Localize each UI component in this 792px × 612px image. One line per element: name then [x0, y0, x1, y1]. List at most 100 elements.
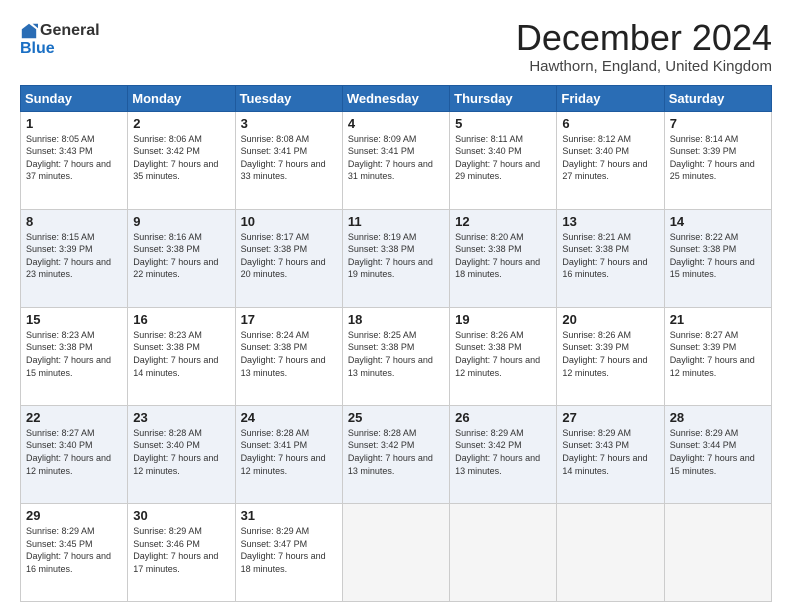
cell-info: Sunrise: 8:26 AMSunset: 3:38 PMDaylight:…	[455, 329, 551, 379]
calendar-cell: 15Sunrise: 8:23 AMSunset: 3:38 PMDayligh…	[21, 307, 128, 405]
cell-info: Sunrise: 8:12 AMSunset: 3:40 PMDaylight:…	[562, 133, 658, 183]
cell-info: Sunrise: 8:16 AMSunset: 3:38 PMDaylight:…	[133, 231, 229, 281]
logo: General Blue	[20, 18, 100, 58]
day-number: 13	[562, 214, 658, 229]
day-number: 23	[133, 410, 229, 425]
calendar-cell: 29 Sunrise: 8:29 AMSunset: 3:45 PMDayligh…	[21, 503, 128, 601]
header-saturday: Saturday	[664, 85, 771, 111]
calendar-cell	[450, 503, 557, 601]
calendar-week-5: 29 Sunrise: 8:29 AMSunset: 3:45 PMDayligh…	[21, 503, 772, 601]
day-number: 27	[562, 410, 658, 425]
day-number: 6	[562, 116, 658, 131]
calendar-cell: 26Sunrise: 8:29 AMSunset: 3:42 PMDayligh…	[450, 405, 557, 503]
location: Hawthorn, England, United Kingdom	[516, 58, 772, 75]
day-number: 31	[241, 508, 337, 523]
cell-info: Sunrise: 8:17 AMSunset: 3:38 PMDaylight:…	[241, 231, 337, 281]
calendar-cell: 11 Sunrise: 8:19 AMSunset: 3:38 PMDayligh…	[342, 209, 449, 307]
calendar-cell: 20Sunrise: 8:26 AMSunset: 3:39 PMDayligh…	[557, 307, 664, 405]
calendar-cell: 31 Sunrise: 8:29 AMSunset: 3:47 PMDayligh…	[235, 503, 342, 601]
calendar-cell: 13 Sunrise: 8:21 AMSunset: 3:38 PMDayligh…	[557, 209, 664, 307]
calendar-cell: 19 Sunrise: 8:26 AMSunset: 3:38 PMDayligh…	[450, 307, 557, 405]
calendar-cell: 30 Sunrise: 8:29 AMSunset: 3:46 PMDayligh…	[128, 503, 235, 601]
page: General Blue December 2024 Hawthorn, Eng…	[0, 0, 792, 612]
day-number: 18	[348, 312, 444, 327]
cell-info: Sunrise: 8:20 AMSunset: 3:38 PMDaylight:…	[455, 231, 551, 281]
calendar-cell: 23 Sunrise: 8:28 AMSunset: 3:40 PMDayligh…	[128, 405, 235, 503]
day-number: 4	[348, 116, 444, 131]
day-number: 15	[26, 312, 122, 327]
header-wednesday: Wednesday	[342, 85, 449, 111]
calendar-cell: 8 Sunrise: 8:15 AMSunset: 3:39 PMDaylight…	[21, 209, 128, 307]
day-number: 8	[26, 214, 122, 229]
day-number: 29	[26, 508, 122, 523]
calendar-week-3: 15Sunrise: 8:23 AMSunset: 3:38 PMDayligh…	[21, 307, 772, 405]
title-area: December 2024 Hawthorn, England, United …	[516, 18, 772, 75]
calendar-cell: 5 Sunrise: 8:11 AMSunset: 3:40 PMDaylight…	[450, 111, 557, 209]
cell-info: Sunrise: 8:24 AMSunset: 3:38 PMDaylight:…	[241, 329, 337, 379]
calendar-week-4: 22Sunrise: 8:27 AMSunset: 3:40 PMDayligh…	[21, 405, 772, 503]
calendar-cell: 22Sunrise: 8:27 AMSunset: 3:40 PMDayligh…	[21, 405, 128, 503]
calendar-cell	[664, 503, 771, 601]
day-number: 9	[133, 214, 229, 229]
day-number: 12	[455, 214, 551, 229]
logo-general-text: General	[40, 22, 100, 40]
calendar-table: Sunday Monday Tuesday Wednesday Thursday…	[20, 85, 772, 602]
cell-info: Sunrise: 8:08 AMSunset: 3:41 PMDaylight:…	[241, 133, 337, 183]
header-row: Sunday Monday Tuesday Wednesday Thursday…	[21, 85, 772, 111]
calendar-cell: 25Sunrise: 8:28 AMSunset: 3:42 PMDayligh…	[342, 405, 449, 503]
calendar-cell: 21 Sunrise: 8:27 AMSunset: 3:39 PMDayligh…	[664, 307, 771, 405]
month-title: December 2024	[516, 18, 772, 58]
cell-info: Sunrise: 8:27 AMSunset: 3:40 PMDaylight:…	[26, 427, 122, 477]
header-tuesday: Tuesday	[235, 85, 342, 111]
day-number: 1	[26, 116, 122, 131]
day-number: 17	[241, 312, 337, 327]
day-number: 5	[455, 116, 551, 131]
cell-info: Sunrise: 8:26 AMSunset: 3:39 PMDaylight:…	[562, 329, 658, 379]
header-sunday: Sunday	[21, 85, 128, 111]
day-number: 21	[670, 312, 766, 327]
cell-info: Sunrise: 8:29 AMSunset: 3:46 PMDaylight:…	[133, 525, 229, 575]
logo-icon	[20, 22, 38, 40]
day-number: 25	[348, 410, 444, 425]
cell-info: Sunrise: 8:25 AMSunset: 3:38 PMDaylight:…	[348, 329, 444, 379]
calendar-week-2: 8 Sunrise: 8:15 AMSunset: 3:39 PMDaylight…	[21, 209, 772, 307]
calendar-cell	[557, 503, 664, 601]
calendar-cell: 6 Sunrise: 8:12 AMSunset: 3:40 PMDaylight…	[557, 111, 664, 209]
cell-info: Sunrise: 8:21 AMSunset: 3:38 PMDaylight:…	[562, 231, 658, 281]
day-number: 10	[241, 214, 337, 229]
calendar-cell: 2Sunrise: 8:06 AMSunset: 3:42 PMDaylight…	[128, 111, 235, 209]
header-friday: Friday	[557, 85, 664, 111]
header-monday: Monday	[128, 85, 235, 111]
logo-blue-text: Blue	[20, 40, 55, 58]
cell-info: Sunrise: 8:09 AMSunset: 3:41 PMDaylight:…	[348, 133, 444, 183]
header: General Blue December 2024 Hawthorn, Eng…	[20, 18, 772, 75]
calendar-cell: 17 Sunrise: 8:24 AMSunset: 3:38 PMDayligh…	[235, 307, 342, 405]
cell-info: Sunrise: 8:15 AMSunset: 3:39 PMDaylight:…	[26, 231, 122, 281]
calendar-cell: 1 Sunrise: 8:05 AMSunset: 3:43 PMDaylight…	[21, 111, 128, 209]
calendar-cell: 10 Sunrise: 8:17 AMSunset: 3:38 PMDayligh…	[235, 209, 342, 307]
day-number: 28	[670, 410, 766, 425]
calendar-cell: 28Sunrise: 8:29 AMSunset: 3:44 PMDayligh…	[664, 405, 771, 503]
header-thursday: Thursday	[450, 85, 557, 111]
cell-info: Sunrise: 8:29 AMSunset: 3:47 PMDaylight:…	[241, 525, 337, 575]
day-number: 30	[133, 508, 229, 523]
calendar-cell: 24 Sunrise: 8:28 AMSunset: 3:41 PMDayligh…	[235, 405, 342, 503]
cell-info: Sunrise: 8:28 AMSunset: 3:40 PMDaylight:…	[133, 427, 229, 477]
cell-info: Sunrise: 8:29 AMSunset: 3:45 PMDaylight:…	[26, 525, 122, 575]
cell-info: Sunrise: 8:27 AMSunset: 3:39 PMDaylight:…	[670, 329, 766, 379]
day-number: 11	[348, 214, 444, 229]
cell-info: Sunrise: 8:22 AMSunset: 3:38 PMDaylight:…	[670, 231, 766, 281]
calendar-cell: 27Sunrise: 8:29 AMSunset: 3:43 PMDayligh…	[557, 405, 664, 503]
calendar-cell: 4 Sunrise: 8:09 AMSunset: 3:41 PMDaylight…	[342, 111, 449, 209]
calendar-cell: 12 Sunrise: 8:20 AMSunset: 3:38 PMDayligh…	[450, 209, 557, 307]
cell-info: Sunrise: 8:19 AMSunset: 3:38 PMDaylight:…	[348, 231, 444, 281]
day-number: 19	[455, 312, 551, 327]
calendar-cell	[342, 503, 449, 601]
calendar-cell: 18 Sunrise: 8:25 AMSunset: 3:38 PMDayligh…	[342, 307, 449, 405]
cell-info: Sunrise: 8:28 AMSunset: 3:41 PMDaylight:…	[241, 427, 337, 477]
day-number: 26	[455, 410, 551, 425]
calendar-cell: 16Sunrise: 8:23 AMSunset: 3:38 PMDayligh…	[128, 307, 235, 405]
day-number: 24	[241, 410, 337, 425]
cell-info: Sunrise: 8:05 AMSunset: 3:43 PMDaylight:…	[26, 133, 122, 183]
cell-info: Sunrise: 8:11 AMSunset: 3:40 PMDaylight:…	[455, 133, 551, 183]
